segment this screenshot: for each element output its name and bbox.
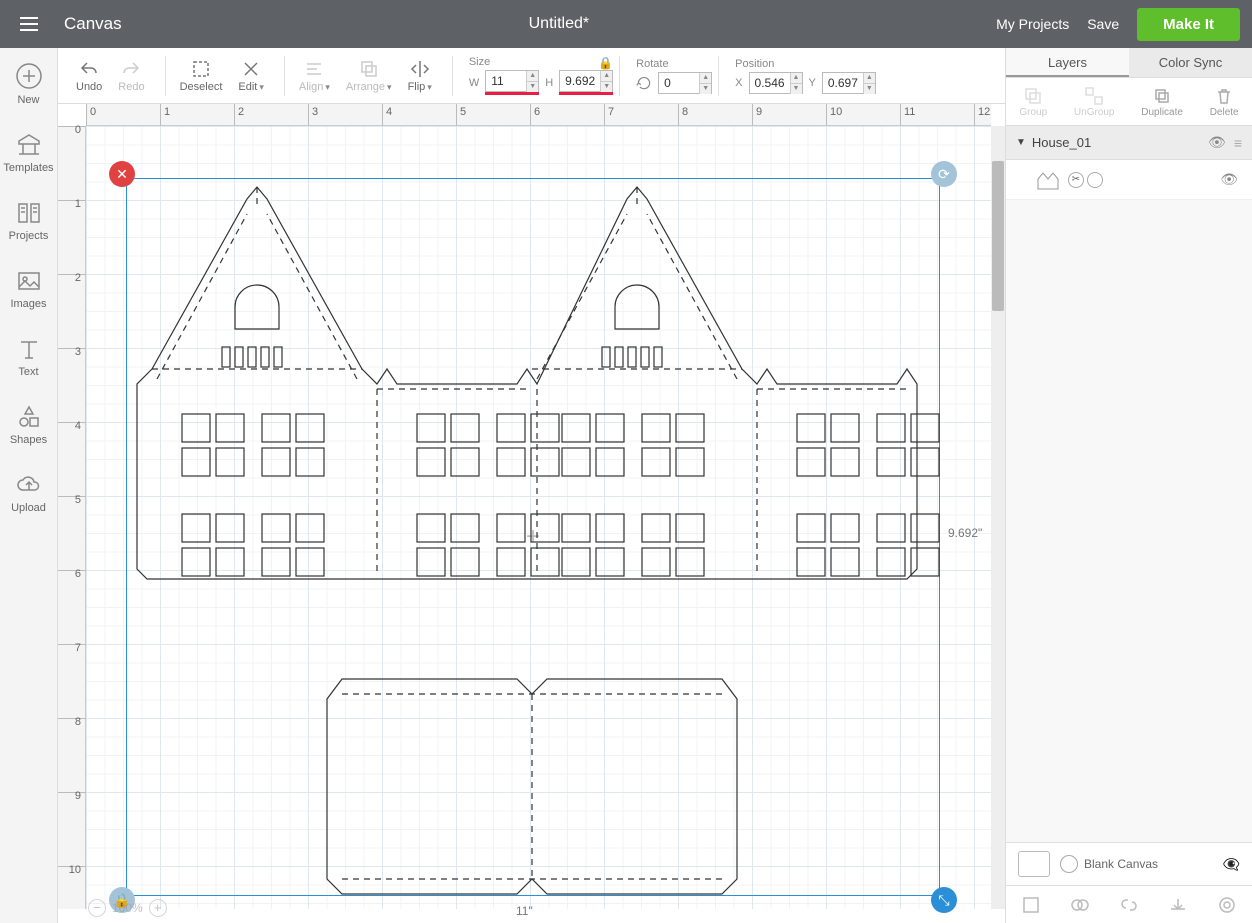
canvas-hidden-icon[interactable]: 👁‍🗨 — [1223, 856, 1240, 873]
top-bar: Canvas Untitled* My Projects Save Make I… — [0, 0, 1252, 48]
width-label: 11" — [516, 904, 533, 918]
rotate-fields: Rotate ▲▼ — [636, 58, 712, 94]
layers-panel: Layers Color Sync Group UnGroup Duplicat… — [1005, 48, 1252, 923]
redo-icon — [121, 59, 141, 79]
rail-projects[interactable]: Projects — [0, 200, 57, 242]
layer-item[interactable]: ✂ 👁 — [1006, 160, 1252, 200]
zoom-out-button[interactable]: − — [88, 899, 106, 917]
height-input[interactable]: ▲▼ — [559, 70, 613, 95]
plus-circle-icon — [15, 62, 43, 90]
edit-toolbar: Undo Redo Deselect Edit Align Arrange Fl… — [58, 48, 1005, 104]
ungroup-button[interactable]: UnGroup — [1074, 86, 1115, 118]
rail-new[interactable]: New — [0, 62, 57, 106]
layer-tools — [1006, 885, 1252, 923]
make-it-button[interactable]: Make It — [1137, 8, 1240, 41]
redo-button[interactable]: Redo — [118, 59, 144, 93]
position-fields: Position X ▲▼ Y ▲▼ — [735, 58, 876, 94]
canvas-color-circle — [1060, 855, 1078, 873]
edit-dropdown[interactable]: Edit — [238, 59, 264, 93]
deselect-button[interactable]: Deselect — [180, 59, 223, 93]
layer-header[interactable]: ▼ House_01 👁 ≡ — [1006, 126, 1252, 160]
duplicate-icon — [1152, 86, 1172, 106]
upload-icon — [16, 472, 42, 498]
layer-name: House_01 — [1032, 135, 1091, 150]
flip-icon — [410, 59, 430, 79]
selection-box[interactable]: ✕ ⟳ 🔒 ⤡ + — [126, 178, 940, 896]
flatten-icon[interactable] — [1168, 895, 1188, 915]
x-input[interactable]: ▲▼ — [749, 72, 803, 94]
shapes-icon — [16, 404, 42, 430]
ungroup-icon — [1084, 86, 1104, 106]
arrange-icon — [359, 59, 379, 79]
left-rail: New Templates Projects Images Text Shape… — [0, 48, 58, 923]
layer-thumb-icon — [1036, 169, 1064, 191]
deselect-icon — [191, 59, 211, 79]
menu-button[interactable] — [0, 0, 58, 48]
align-icon — [304, 59, 324, 79]
undo-button[interactable]: Undo — [76, 59, 102, 93]
tab-layers[interactable]: Layers — [1006, 48, 1129, 77]
layer-menu-icon[interactable]: ≡ — [1234, 135, 1242, 151]
caret-down-icon: ▼ — [1016, 137, 1026, 148]
canvas-grid[interactable]: ✕ ⟳ 🔒 ⤡ + — [86, 126, 991, 909]
attach-icon[interactable] — [1119, 895, 1139, 915]
canvas-swatch[interactable] — [1018, 851, 1050, 877]
size-fields: Size🔒 W ▲▼ H ▲▼ — [469, 56, 613, 95]
trash-icon — [1214, 86, 1234, 106]
group-button[interactable]: Group — [1019, 86, 1047, 118]
group-icon — [1023, 86, 1043, 106]
layer-color-swatch[interactable] — [1087, 172, 1103, 188]
visibility-icon[interactable]: 👁 — [1208, 134, 1226, 151]
linetype-icon[interactable]: ✂ — [1068, 172, 1084, 188]
zoom-in-button[interactable]: + — [149, 899, 167, 917]
width-input[interactable]: ▲▼ — [485, 70, 539, 95]
edit-icon — [241, 59, 261, 79]
rotate-icon — [636, 75, 652, 91]
arrange-dropdown[interactable]: Arrange — [346, 59, 392, 93]
images-icon — [16, 268, 42, 294]
canvas-area: 0123456789101112 0123456789101112 ✕ ⟳ 🔒 … — [58, 104, 1005, 923]
undo-icon — [79, 59, 99, 79]
delete-button[interactable]: Delete — [1210, 86, 1239, 118]
y-input[interactable]: ▲▼ — [822, 72, 876, 94]
duplicate-button[interactable]: Duplicate — [1141, 86, 1183, 118]
layer-visibility-icon[interactable]: 👁 — [1220, 171, 1238, 188]
rail-shapes[interactable]: Shapes — [0, 404, 57, 446]
save-link[interactable]: Save — [1087, 16, 1119, 32]
hamburger-icon — [17, 12, 41, 36]
height-label: 9.692" — [948, 526, 982, 540]
contour-icon[interactable] — [1217, 895, 1237, 915]
document-title: Untitled* — [122, 15, 996, 33]
flip-dropdown[interactable]: Flip — [408, 59, 432, 93]
my-projects-link[interactable]: My Projects — [996, 16, 1069, 32]
rail-upload[interactable]: Upload — [0, 472, 57, 514]
vertical-scrollbar[interactable] — [991, 126, 1005, 909]
projects-icon — [16, 200, 42, 226]
rail-images[interactable]: Images — [0, 268, 57, 310]
zoom-controls: − 100% + — [88, 897, 167, 919]
slice-icon[interactable] — [1021, 895, 1041, 915]
rotate-input[interactable]: ▲▼ — [658, 72, 712, 94]
ruler-horizontal: 0123456789101112 — [86, 104, 991, 126]
templates-icon — [16, 132, 42, 158]
weld-icon[interactable] — [1070, 895, 1090, 915]
zoom-value: 100% — [112, 901, 143, 915]
rail-templates[interactable]: Templates — [0, 132, 57, 174]
text-icon — [16, 336, 42, 362]
ruler-vertical: 0123456789101112 — [58, 126, 86, 909]
design-svg — [127, 179, 941, 897]
align-dropdown[interactable]: Align — [299, 59, 330, 93]
rail-text[interactable]: Text — [0, 336, 57, 378]
tab-color-sync[interactable]: Color Sync — [1129, 48, 1252, 77]
app-title: Canvas — [58, 14, 122, 34]
canvas-row[interactable]: Blank Canvas 👁‍🗨 — [1006, 843, 1252, 885]
